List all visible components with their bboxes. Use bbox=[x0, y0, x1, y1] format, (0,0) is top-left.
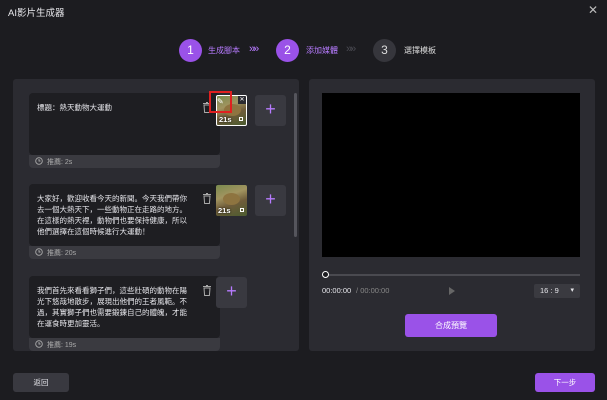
stepper: 1 生成腳本 »» 2 添加媒體 »» 3 選擇模板 bbox=[0, 39, 607, 63]
playback-progress-track[interactable] bbox=[325, 274, 580, 276]
back-button[interactable]: 返回 bbox=[13, 373, 69, 392]
aspect-ratio-value: 16 : 9 bbox=[540, 286, 559, 295]
segment-text: 大家好，歡迎收看今天的新聞。今天我們帶你去一個大熱天下，一些動物正在走路的地方。… bbox=[37, 194, 187, 236]
current-time: 00:00:00 bbox=[322, 286, 352, 295]
segment-duration: 推薦: 19s bbox=[47, 342, 77, 349]
close-icon[interactable]: ✕ bbox=[588, 3, 598, 17]
clock-icon bbox=[35, 340, 43, 348]
clock-icon bbox=[35, 248, 43, 256]
step-1-label: 生成腳本 bbox=[208, 46, 240, 55]
dropdown-caret-icon: ▾ bbox=[570, 287, 574, 294]
step-2-number: 2 bbox=[276, 39, 299, 62]
step-2-label: 添加媒體 bbox=[306, 46, 338, 55]
compose-preview-button[interactable]: 合成預覽 bbox=[405, 314, 497, 337]
video-icon bbox=[239, 117, 243, 121]
next-button[interactable]: 下一步 bbox=[535, 373, 595, 392]
edit-icon[interactable]: ✎ bbox=[217, 97, 224, 106]
segment-footer: 推薦: 2s bbox=[29, 155, 220, 168]
window-title: AI影片生成器 bbox=[8, 8, 65, 19]
segment-footer: 推薦: 19s bbox=[29, 338, 220, 351]
segment-footer: 推薦: 20s bbox=[29, 246, 220, 259]
step-3-label: 選擇模板 bbox=[404, 46, 436, 55]
segment-card[interactable]: 標題：熱天動物大運動 bbox=[29, 93, 220, 155]
video-preview[interactable] bbox=[322, 93, 580, 257]
clock-icon bbox=[35, 157, 43, 165]
chevron-double-right-icon: »» bbox=[249, 43, 259, 55]
segment-text: 標題：熱天動物大運動 bbox=[37, 103, 112, 112]
trash-icon[interactable] bbox=[202, 285, 212, 296]
media-duration: 21s bbox=[218, 206, 231, 215]
add-media-button[interactable]: + bbox=[255, 185, 286, 216]
segment-duration: 推薦: 2s bbox=[47, 159, 73, 166]
add-media-button[interactable]: + bbox=[255, 95, 286, 126]
playback-progress-knob[interactable] bbox=[322, 271, 329, 278]
media-thumbnail[interactable]: 21s bbox=[216, 185, 247, 216]
aspect-ratio-select[interactable]: 16 : 9 ▾ bbox=[534, 284, 580, 298]
chevron-double-right-icon: »» bbox=[346, 43, 356, 55]
close-icon[interactable]: ✕ bbox=[238, 96, 246, 104]
segment-text: 我們首先來看看獅子們，這些壯碩的動物在陽光下悠哉地散步，展現出他們的王者風範。不… bbox=[37, 286, 187, 328]
total-time: / 00:00:00 bbox=[356, 286, 390, 295]
video-icon bbox=[240, 208, 244, 212]
title-bar: AI影片生成器 ✕ bbox=[0, 0, 607, 22]
trash-icon[interactable] bbox=[202, 193, 212, 204]
add-media-button[interactable]: + bbox=[216, 277, 247, 308]
media-duration: 21s bbox=[219, 115, 232, 124]
segment-list-scrollbar[interactable] bbox=[294, 93, 297, 237]
segment-duration: 推薦: 20s bbox=[47, 250, 77, 257]
segment-card[interactable]: 大家好，歡迎收看今天的新聞。今天我們帶你去一個大熱天下，一些動物正在走路的地方。… bbox=[29, 184, 220, 246]
play-icon[interactable] bbox=[449, 287, 455, 295]
step-3-number: 3 bbox=[373, 39, 396, 62]
step-1-number: 1 bbox=[179, 39, 202, 62]
segment-card[interactable]: 我們首先來看看獅子們，這些壯碩的動物在陽光下悠哉地散步，展現出他們的王者風範。不… bbox=[29, 276, 220, 338]
